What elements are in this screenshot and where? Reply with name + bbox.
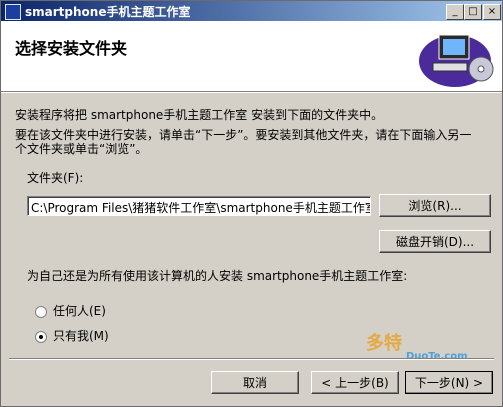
- maximize-button[interactable]: □: [464, 4, 482, 20]
- back-button[interactable]: < 上一步(B): [311, 371, 399, 394]
- title-bar[interactable]: smartphone手机主题工作室 _ □ ×: [1, 1, 502, 21]
- watermark-text: DuoTe.com: [406, 351, 468, 362]
- folder-path-input[interactable]: C:\Program Files\猪猪软件工作室\smartphone手机主题工…: [27, 196, 371, 216]
- disk-cost-button[interactable]: 磁盘开销(D)...: [379, 230, 491, 253]
- instruction-text-1: 要在该文件夹中进行安装，请单击“下一步”。要安装到其他文件夹，请在下面输入另一: [15, 128, 472, 142]
- close-button[interactable]: ×: [483, 4, 501, 20]
- installer-window: smartphone手机主题工作室 _ □ × 选择安装文件夹 安装程序将把 s…: [0, 0, 503, 407]
- header-panel: 选择安装文件夹: [1, 21, 502, 92]
- only-me-radio[interactable]: [35, 331, 47, 343]
- install-for-question: 为自己还是为所有使用该计算机的人安装 smartphone手机主题工作室:: [27, 269, 408, 283]
- window-title: smartphone手机主题工作室: [25, 5, 191, 19]
- header-divider: [1, 92, 502, 93]
- cancel-button[interactable]: 取消: [211, 371, 299, 394]
- everyone-label[interactable]: 任何人(E): [53, 304, 106, 319]
- watermark-logo: 多特: [366, 333, 402, 354]
- instruction-text-2: 个文件夹或单击“浏览”。: [15, 142, 148, 156]
- everyone-radio[interactable]: [35, 306, 47, 318]
- only-me-label[interactable]: 只有我(M): [53, 329, 109, 344]
- footer-divider: [9, 358, 494, 360]
- minimize-button[interactable]: _: [446, 4, 464, 20]
- browse-button[interactable]: 浏览(R)...: [379, 194, 491, 217]
- next-button[interactable]: 下一步(N) >: [405, 371, 493, 394]
- folder-label: 文件夹(F):: [27, 171, 84, 185]
- computer-disc-icon: [419, 34, 494, 87]
- app-icon: [5, 4, 21, 20]
- intro-text: 安装程序将把 smartphone手机主题工作室 安装到下面的文件夹中。: [15, 108, 384, 122]
- page-title: 选择安装文件夹: [15, 39, 128, 58]
